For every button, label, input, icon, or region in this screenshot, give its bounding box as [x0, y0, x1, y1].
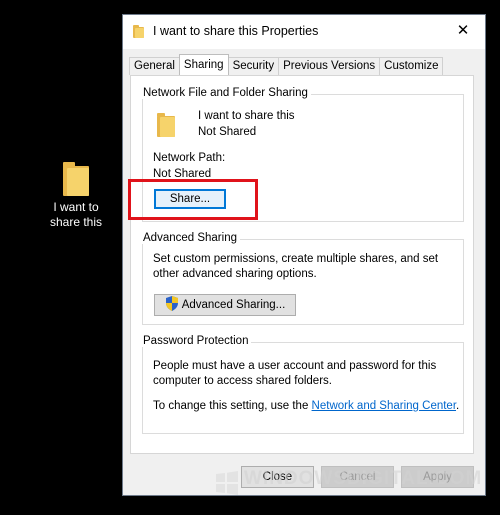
uac-shield-icon: [165, 296, 178, 311]
desktop-folder-shortcut[interactable]: I want to share this: [44, 162, 108, 230]
advanced-sharing-description: Set custom permissions, create multiple …: [153, 253, 439, 280]
properties-window: I want to share this Properties ✕ Genera…: [122, 14, 486, 496]
watermark: WINDOWSDIGITAL.COM: [244, 468, 483, 489]
share-button-highlight: [128, 179, 258, 220]
folder-name: I want to share this: [198, 110, 295, 122]
folder-icon: [61, 162, 91, 196]
windows-logo-icon: [216, 471, 238, 495]
change-setting-text: To change this setting, use the Network …: [153, 399, 459, 414]
tab-previous-versions[interactable]: Previous Versions: [278, 57, 381, 75]
tab-customize[interactable]: Customize: [379, 57, 444, 75]
sharing-tab-panel: Network File and Folder Sharing I want t…: [130, 75, 474, 454]
group-title: Advanced Sharing: [140, 232, 240, 244]
network-sharing-center-link[interactable]: Network and Sharing Center: [312, 400, 456, 412]
change-setting-prefix: To change this setting, use the: [153, 400, 312, 412]
tab-security[interactable]: Security: [227, 57, 280, 75]
advanced-sharing-button-label: Advanced Sharing...: [181, 299, 286, 311]
network-path-label: Network Path:: [153, 152, 226, 164]
close-icon[interactable]: ✕: [441, 15, 485, 47]
change-setting-suffix: .: [456, 400, 460, 412]
password-protection-description: People must have a user account and pass…: [153, 360, 437, 387]
share-status: Not Shared: [198, 126, 257, 138]
tab-general[interactable]: General: [129, 57, 180, 75]
group-title: Network File and Folder Sharing: [140, 87, 311, 99]
title-bar[interactable]: I want to share this Properties ✕: [123, 15, 485, 49]
desktop-icon-label: I want to share this: [49, 200, 103, 229]
password-protection-group: Password Protection People must have a u…: [140, 335, 464, 434]
folder-icon: [157, 113, 177, 137]
folder-icon: [133, 25, 146, 38]
group-title: Password Protection: [140, 335, 252, 347]
advanced-sharing-button[interactable]: Advanced Sharing...: [154, 294, 296, 316]
window-title: I want to share this Properties: [153, 24, 319, 38]
tab-strip: General Sharing Security Previous Versio…: [129, 54, 444, 75]
advanced-sharing-group: Advanced Sharing Set custom permissions,…: [140, 232, 464, 325]
tab-sharing[interactable]: Sharing: [178, 54, 229, 75]
